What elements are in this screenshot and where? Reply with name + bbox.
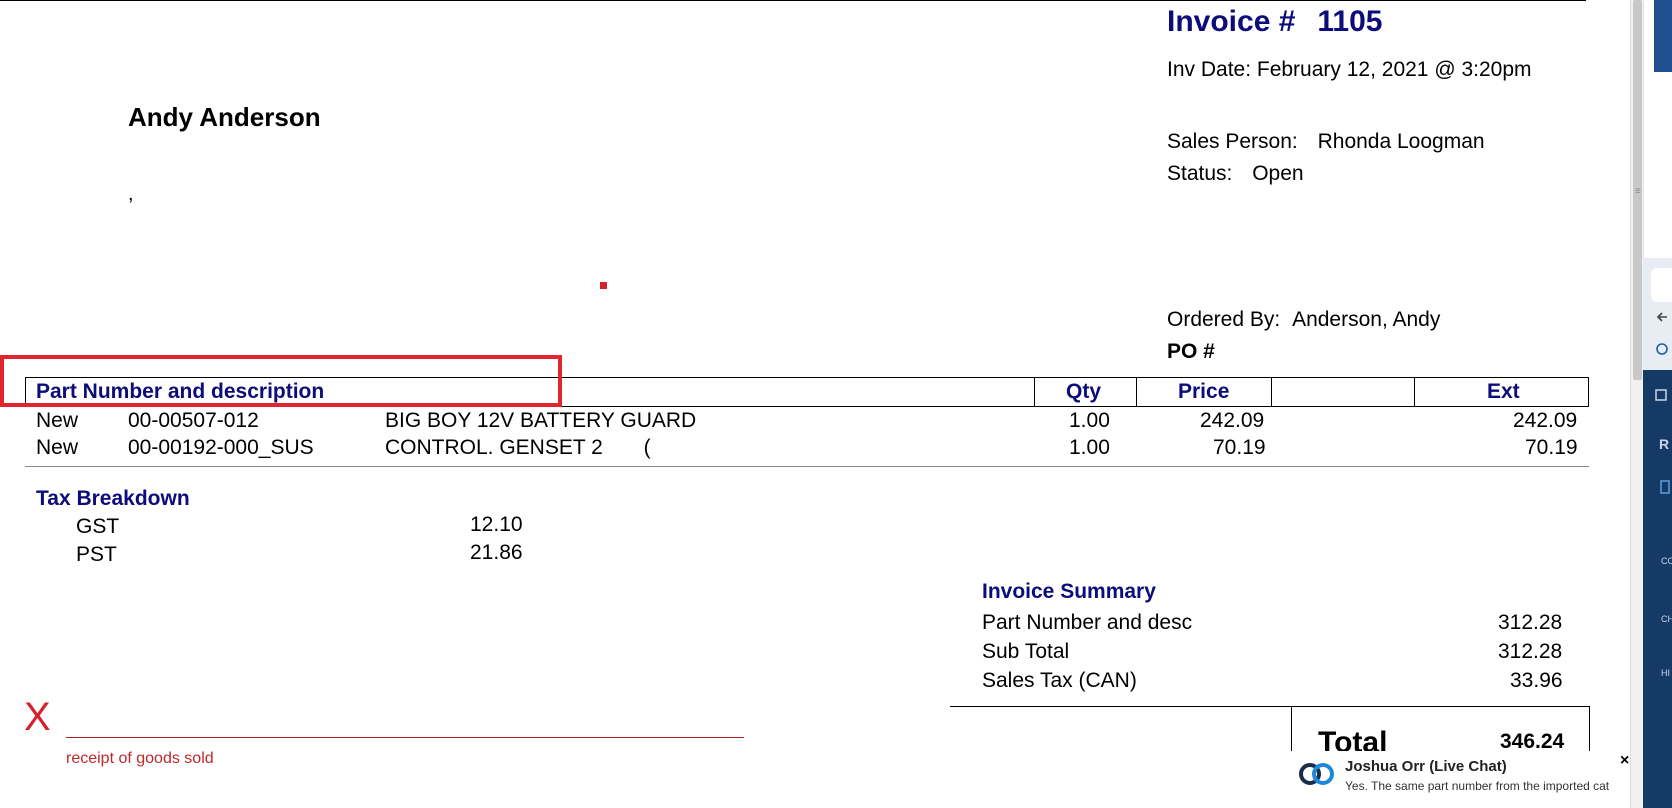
side-glyph: CO (1661, 556, 1672, 566)
tax-breakdown-title: Tax Breakdown (36, 487, 190, 510)
invoice-title-label: Invoice # (1167, 5, 1296, 38)
side-panel-top (1643, 0, 1672, 258)
tax-value-gst: 12.10 (470, 513, 523, 536)
live-chat-popup[interactable]: Joshua Orr (Live Chat) Yes. The same par… (1285, 751, 1630, 808)
ordered-by-line: Ordered By: Anderson, Andy (1167, 308, 1440, 332)
ordered-by-value: Anderson, Andy (1292, 308, 1441, 331)
ordered-by-label: Ordered By: (1167, 308, 1281, 331)
column-separator (1271, 377, 1272, 407)
refresh-icon[interactable] (1655, 342, 1669, 356)
row-qty: 1.00 (1069, 436, 1110, 459)
status-line: Status: Open (1167, 162, 1304, 186)
status-label: Status: (1167, 162, 1233, 185)
summary-value-parts: 312.28 (1498, 611, 1563, 634)
chat-close-icon[interactable]: × (1620, 752, 1629, 770)
side-glyph: HI (1661, 668, 1670, 678)
red-marker (600, 282, 607, 289)
vertical-scrollbar[interactable] (1630, 0, 1643, 808)
column-separator (1034, 377, 1035, 407)
sales-person-value: Rhonda Loogman (1317, 130, 1485, 153)
tax-label-pst: PST (76, 543, 117, 566)
row-ext: 70.19 (1525, 436, 1578, 459)
summary-label-parts: Part Number and desc (982, 611, 1193, 634)
header-ext: Ext (1487, 380, 1520, 403)
back-arrow-icon[interactable] (1655, 310, 1669, 324)
column-separator (1136, 377, 1137, 407)
tax-value-pst: 21.86 (470, 541, 523, 564)
sales-person-line: Sales Person: Rhonda Loogman (1167, 130, 1485, 154)
highlight-box (0, 355, 562, 407)
header-price: Price (1178, 380, 1230, 403)
summary-label-sales-tax: Sales Tax (CAN) (982, 669, 1137, 692)
tax-label-gst: GST (76, 515, 120, 538)
row-ext: 242.09 (1513, 409, 1578, 432)
invoice-summary-title: Invoice Summary (982, 580, 1156, 603)
status-value: Open (1252, 162, 1304, 185)
header-qty: Qty (1066, 380, 1102, 403)
side-action-icon[interactable] (1655, 388, 1669, 402)
chat-agent-name: Joshua Orr (Live Chat) (1345, 758, 1507, 775)
invoice-title: Invoice # 1105 (1167, 5, 1383, 39)
row-price: 242.09 (1200, 409, 1265, 432)
customer-name: Andy Anderson (128, 102, 321, 132)
summary-value-sales-tax: 33.96 (1510, 669, 1563, 692)
table-bottom-rule (25, 466, 1589, 467)
summary-value-subtotal: 312.28 (1498, 640, 1563, 663)
side-glyph: CH (1661, 614, 1672, 624)
side-glyph: R (1659, 436, 1670, 452)
summary-label-subtotal: Sub Total (982, 640, 1070, 663)
signature-line (66, 737, 744, 738)
top-border (0, 0, 1586, 1)
row-condition: New (36, 409, 79, 432)
signature-x-mark: X (24, 695, 51, 739)
chat-message: Yes. The same part number from the impor… (1345, 779, 1610, 793)
sales-person-label: Sales Person: (1167, 130, 1298, 153)
side-panel-strip (1654, 0, 1672, 72)
row-part-number: 00-00192-000_SUS (128, 436, 314, 459)
side-panel-tab[interactable] (1651, 268, 1672, 302)
side-panel: R CO CH HI (1643, 0, 1672, 808)
row-condition: New (36, 436, 79, 459)
invoice-date: Inv Date: February 12, 2021 @ 3:20pm (1167, 58, 1532, 81)
row-description: CONTROL. GENSET 2 ( (385, 436, 651, 459)
column-separator (1414, 377, 1415, 407)
row-price: 70.19 (1213, 436, 1266, 459)
side-nav-icon[interactable] (1659, 480, 1671, 494)
customer-address: , (128, 183, 134, 205)
row-part-number: 00-00507-012 (128, 409, 259, 432)
po-label: PO # (1167, 340, 1215, 363)
scrollbar-grip-icon: ≡ (1635, 186, 1641, 197)
chat-logo-icon (1299, 763, 1334, 785)
invoice-number: 1105 (1317, 5, 1383, 38)
row-qty: 1.00 (1069, 409, 1110, 432)
signature-caption: receipt of goods sold (66, 750, 214, 767)
row-description: BIG BOY 12V BATTERY GUARD (385, 409, 697, 432)
